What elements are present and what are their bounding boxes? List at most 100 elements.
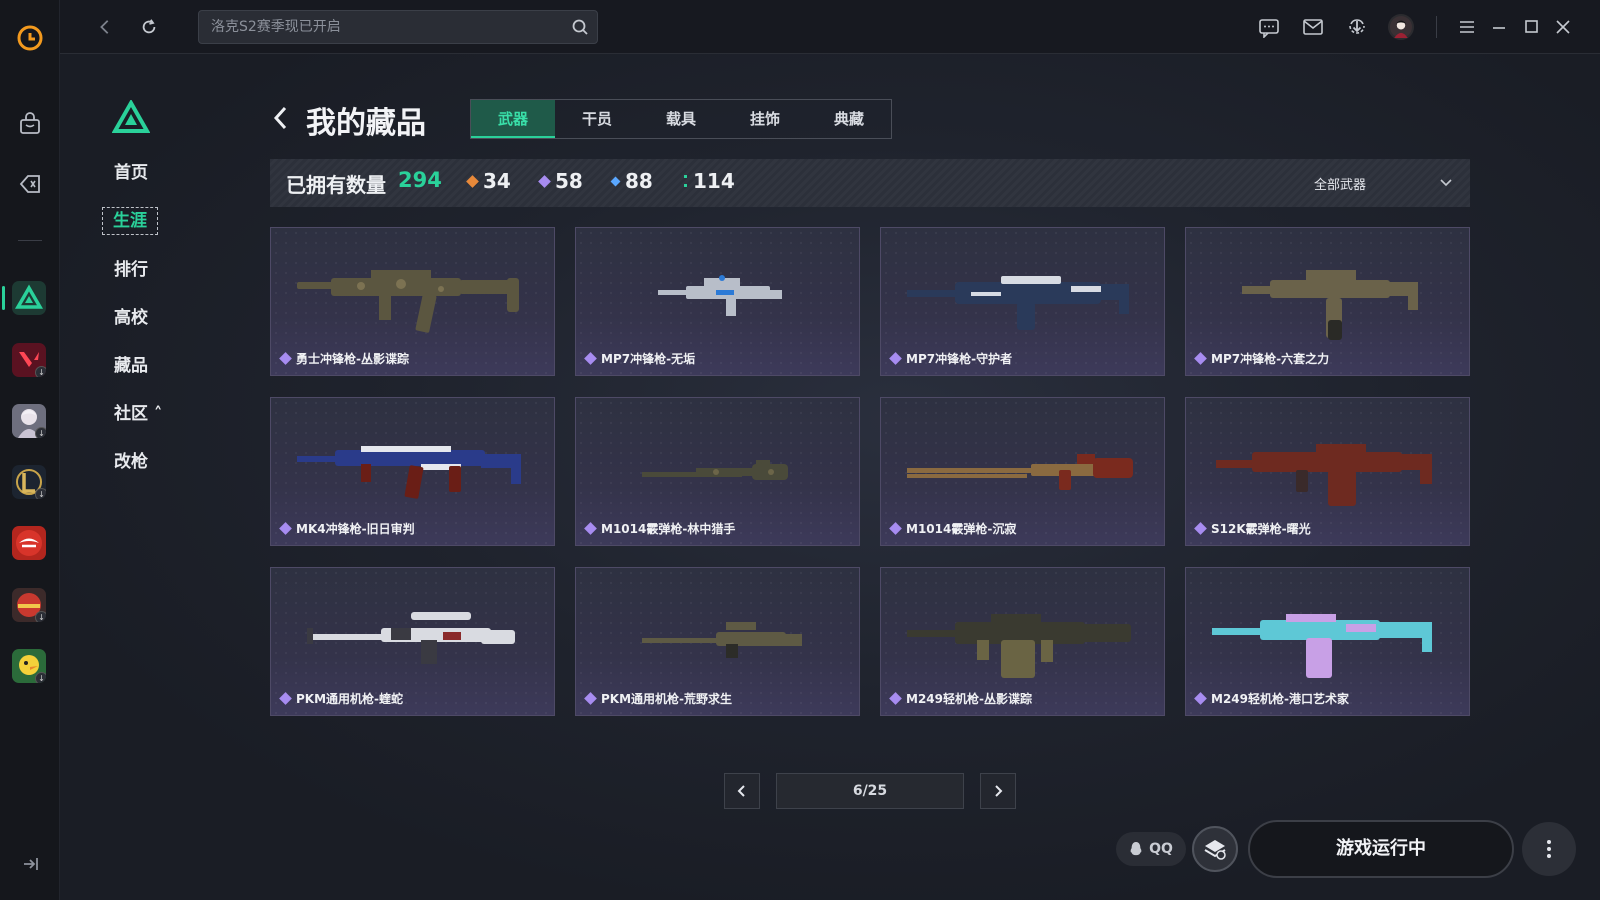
maximize-icon[interactable] [1518,14,1544,40]
collection-card[interactable]: M1014霰弹枪-林中猎手 [575,397,860,546]
expand-sidebar-icon[interactable] [18,852,42,876]
item-name-text: M1014霰弹枪-沉寂 [906,522,1017,536]
menu-item-college[interactable]: 高校 [100,303,148,333]
weapon-image [1216,444,1432,506]
rail-divider [18,240,42,241]
anime-game-icon[interactable]: ↓ [12,404,46,438]
rarity-purple-icon [1194,692,1207,705]
menu-item-collection[interactable]: 藏品 [100,351,148,381]
crossfire-game-icon[interactable] [12,526,46,560]
item-name-text: S12K霰弹枪-曙光 [1211,522,1311,536]
item-name: MK4冲锋枪-旧日审判 [279,520,415,537]
item-name-text: PKM通用机枪-蝰蛇 [296,692,404,706]
valorant-game-icon[interactable]: ↓ [12,343,46,377]
collection-card[interactable]: 勇士冲锋枪-丛影谍踪 [270,227,555,376]
owned-count-label: 已拥有数量 [286,173,386,197]
tab-weapons[interactable]: 武器 [471,100,555,138]
weapon-image [907,614,1131,678]
item-name-text: MP7冲锋枪-守护者 [906,352,1013,366]
store-bag-icon[interactable] [10,104,50,144]
tab-collectibles[interactable]: 典藏 [807,100,891,138]
qq-login-button[interactable]: QQ [1116,832,1186,866]
item-name-text: M249轻机枪-港口艺术家 [1211,692,1349,706]
weapon-image [1212,614,1432,678]
rarity-count-teal: 114 [684,169,735,193]
menu-item-community[interactable]: 社区 ˄ [100,399,162,429]
collection-card[interactable]: MK4冲锋枪-旧日审判 [270,397,555,546]
collection-card[interactable]: PKM通用机枪-荒野求生 [575,567,860,716]
tab-operators[interactable]: 干员 [555,100,639,138]
refresh-icon[interactable] [136,14,162,40]
item-name: PKM通用机枪-蝰蛇 [279,690,404,707]
top-bar [60,0,1600,54]
menu-icon[interactable] [1454,14,1480,40]
chevron-left-icon [737,785,745,797]
collection-card[interactable]: S12K霰弹枪-曙光 [1185,397,1470,546]
app-logo-icon[interactable] [10,18,50,58]
rarity-teal-icon [684,175,687,187]
layers-icon [1204,840,1226,860]
game-assistant-button[interactable] [1192,826,1238,872]
collection-card[interactable]: M249轻机枪-丛影谍踪 [880,567,1165,716]
item-name: M249轻机枪-港口艺术家 [1194,690,1349,707]
item-name: MP7冲锋枪-无垢 [584,350,696,367]
mail-icon[interactable] [1300,14,1326,40]
rarity-purple-icon [584,352,597,365]
menu-item-career[interactable]: 生涯 [102,207,158,235]
download-badge-icon: ↓ [35,672,46,683]
item-name: 勇士冲锋枪-丛影谍踪 [279,350,409,367]
party-game-icon[interactable]: ↓ [12,649,46,683]
rarity-purple-icon [538,174,551,188]
collection-card[interactable]: M1014霰弹枪-沉寂 [880,397,1165,546]
search-box [198,10,598,44]
topbar-divider [1436,16,1437,38]
rarity-blue-icon [610,176,621,186]
menu-item-home[interactable]: 首页 [100,158,148,188]
collection-card[interactable]: MP7冲锋枪-无垢 [575,227,860,376]
qq-label: QQ [1149,841,1173,857]
more-vertical-icon [1547,840,1551,858]
weapon-image [642,460,788,480]
tab-charms[interactable]: 挂饰 [723,100,807,138]
tab-vehicles[interactable]: 载具 [639,100,723,138]
rarity-purple-icon [889,522,902,535]
racing-game-icon[interactable]: ↓ [12,588,46,622]
download-icon[interactable] [1344,14,1370,40]
back-arrow-icon[interactable] [270,104,292,132]
minimize-icon[interactable] [1486,14,1512,40]
weapon-image [1242,270,1418,340]
rarity-purple-icon [889,692,902,705]
delta-force-game-icon[interactable] [12,281,46,315]
category-tabs: 武器 干员 载具 挂饰 典藏 [470,99,892,139]
next-page-button[interactable] [980,773,1016,809]
rarity-count-purple: 58 [538,169,583,193]
league-game-icon[interactable]: ↓ [12,465,46,499]
weapon-filter-dropdown[interactable]: 全部武器 [1314,171,1454,195]
item-name: M1014霰弹枪-沉寂 [889,520,1017,537]
delta-force-logo-icon [111,98,151,134]
search-input[interactable] [199,11,597,43]
collection-card[interactable]: PKM通用机枪-蝰蛇 [270,567,555,716]
close-icon[interactable] [1550,14,1576,40]
page-indicator: 6/25 [776,773,964,809]
item-name-text: M1014霰弹枪-林中猎手 [601,522,736,536]
rarity-count-value: 114 [693,169,735,193]
collection-card[interactable]: M249轻机枪-港口艺术家 [1185,567,1470,716]
menu-item-ranking[interactable]: 排行 [100,255,148,285]
game-running-button[interactable]: 游戏运行中 [1248,820,1514,878]
menu-item-gunsmith[interactable]: 改枪 [100,447,148,477]
avatar[interactable] [1388,14,1414,40]
stats-bar: 已拥有数量 294 34 58 88 114 全部武器 [270,159,1470,207]
back-icon[interactable] [92,14,118,40]
download-badge-icon: ↓ [35,366,46,377]
rarity-purple-icon [584,692,597,705]
collection-card[interactable]: MP7冲锋枪-守护者 [880,227,1165,376]
item-name-text: MP7冲锋枪-无垢 [601,352,696,366]
search-icon[interactable] [571,18,589,36]
collection-card[interactable]: MP7冲锋枪-六套之力 [1185,227,1470,376]
chat-icon[interactable] [1256,14,1282,40]
prev-page-button[interactable] [724,773,760,809]
game-tag-icon[interactable] [10,164,50,204]
more-options-button[interactable] [1522,822,1576,876]
item-name: S12K霰弹枪-曙光 [1194,520,1311,537]
